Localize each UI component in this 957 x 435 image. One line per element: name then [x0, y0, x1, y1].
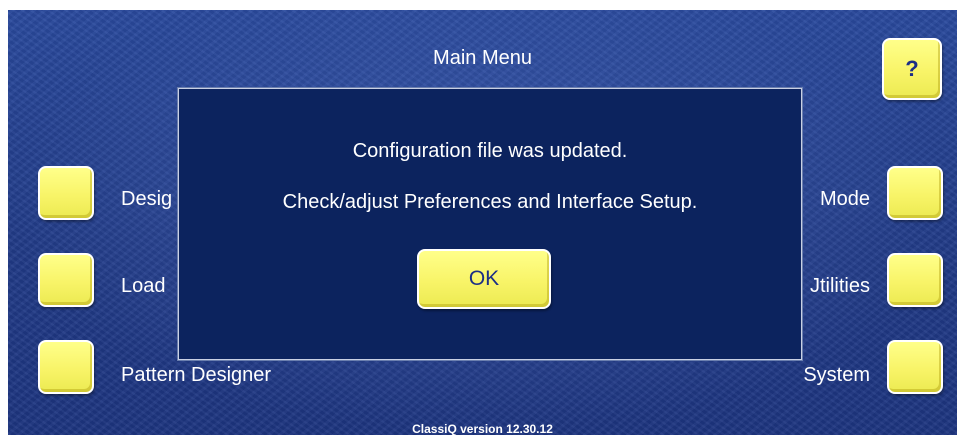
pattern-designer-label: Pattern Designer	[121, 364, 272, 386]
ok-button[interactable]: OK	[417, 249, 551, 309]
main-menu-screen: Main Menu ? Desig Load Pattern Designer …	[8, 10, 957, 435]
mode-button[interactable]	[887, 166, 943, 220]
utilities-button[interactable]	[887, 253, 943, 307]
page-title: Main Menu	[433, 47, 532, 69]
version-text: ClassiQ version 12.30.12	[412, 422, 553, 435]
load-label: Load	[121, 275, 166, 297]
design-button[interactable]	[38, 166, 94, 220]
dialog-message-line2: Check/adjust Preferences and Interface S…	[282, 191, 698, 213]
ok-label: OK	[468, 267, 500, 290]
help-label: ?	[905, 56, 919, 81]
mode-label: Mode	[819, 188, 870, 210]
config-updated-dialog: Configuration file was updated. Check/ad…	[178, 88, 802, 360]
system-button[interactable]	[887, 340, 943, 394]
design-label: Desig	[121, 188, 173, 210]
dialog-message-line1: Configuration file was updated.	[352, 140, 628, 162]
system-label: System	[803, 364, 870, 386]
load-button[interactable]	[38, 253, 94, 307]
pattern-designer-button[interactable]	[38, 340, 94, 394]
help-button[interactable]: ?	[882, 38, 942, 100]
utilities-label: Jtilities	[809, 275, 870, 297]
